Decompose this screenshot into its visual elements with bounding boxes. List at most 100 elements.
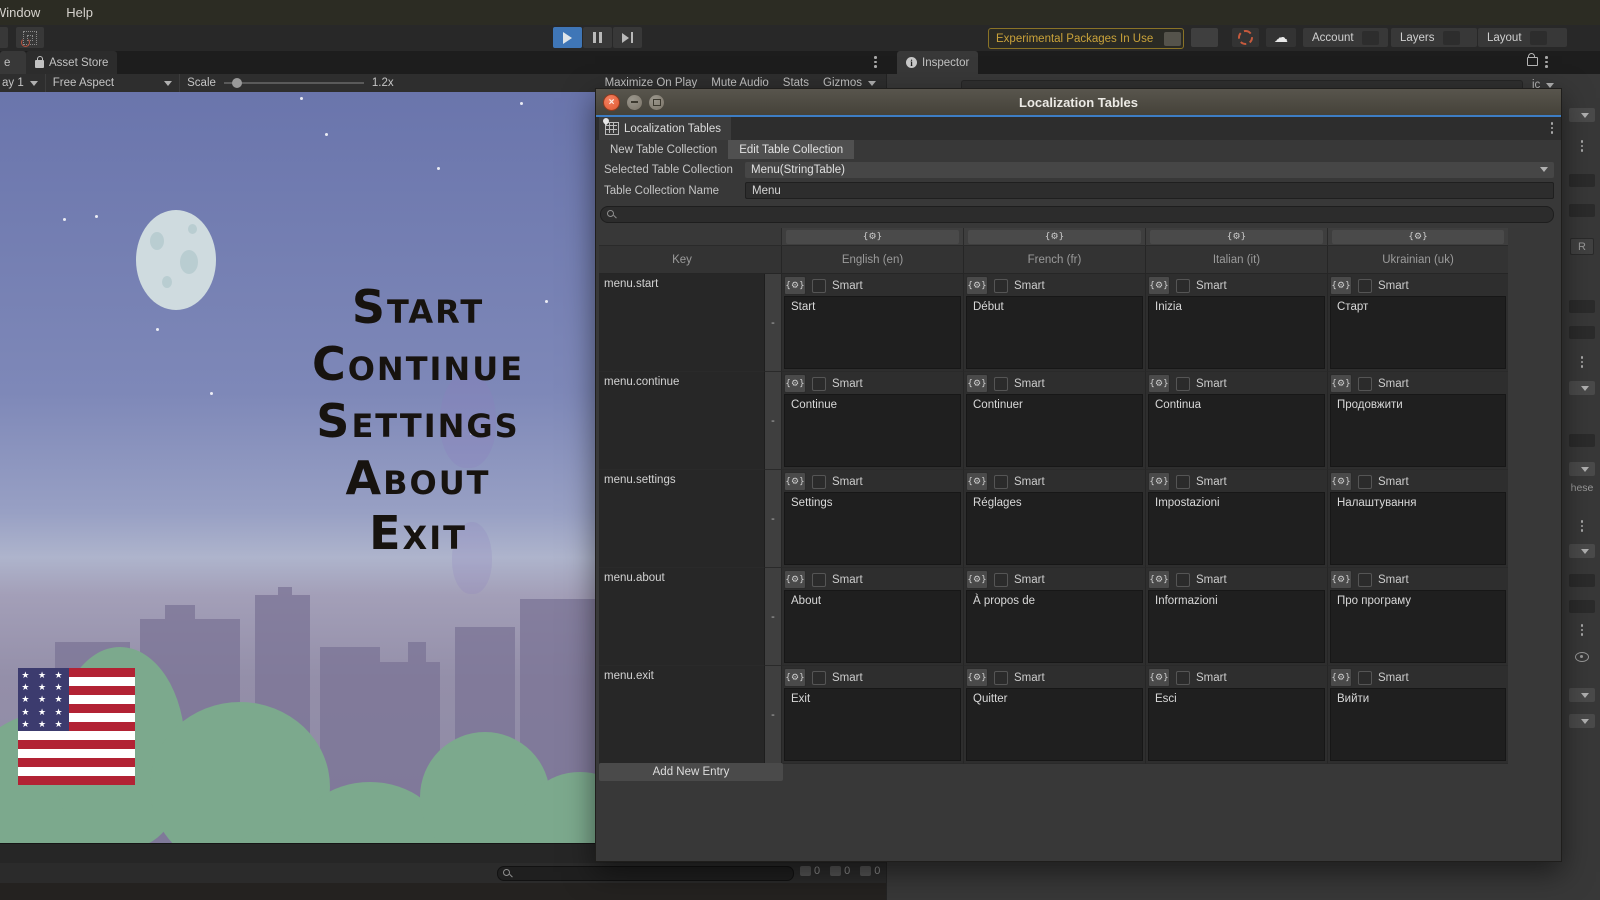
smart-format-button[interactable]: {⚙} — [1148, 374, 1170, 393]
menu-help[interactable]: Help — [66, 5, 93, 20]
cloud-button[interactable]: ☁ — [1266, 28, 1296, 47]
menu-icon[interactable] — [1581, 356, 1584, 368]
translation-text[interactable]: Start — [784, 296, 961, 369]
tab-inspector[interactable]: i Inspector — [897, 51, 978, 74]
game-menu-item-about[interactable]: About — [345, 451, 490, 505]
maximize-button[interactable] — [649, 95, 664, 110]
row-handle[interactable]: - — [771, 613, 775, 621]
translation-text[interactable]: Вийти — [1330, 688, 1506, 761]
scale-slider[interactable] — [224, 82, 364, 84]
smart-checkbox[interactable] — [1176, 475, 1190, 489]
layout-dropdown[interactable]: Layout — [1478, 28, 1567, 47]
game-menu-item-continue[interactable]: Continue — [312, 337, 524, 391]
smart-format-button[interactable]: {⚙} — [1148, 668, 1170, 687]
eye-icon[interactable] — [1575, 652, 1589, 662]
layers-dropdown[interactable]: Layers — [1391, 28, 1477, 47]
translation-text[interactable]: Continuer — [966, 394, 1143, 467]
smart-checkbox[interactable] — [812, 279, 826, 293]
dropdown-stub-button[interactable] — [1569, 381, 1595, 395]
translation-text[interactable]: Informazioni — [1148, 590, 1325, 663]
edit-table-collection-button[interactable]: Edit Table Collection — [728, 140, 854, 159]
tab-asset-store[interactable]: Asset Store — [26, 51, 117, 74]
game-menu-item-start[interactable]: Start — [352, 280, 484, 334]
smart-format-button[interactable]: {⚙} — [966, 668, 988, 687]
smart-format-button[interactable]: {⚙} — [966, 276, 988, 295]
key-cell[interactable]: menu.about — [599, 568, 765, 666]
smart-checkbox[interactable] — [1176, 671, 1190, 685]
translation-text[interactable]: Impostazioni — [1148, 492, 1325, 565]
row-handle[interactable]: - — [771, 417, 775, 425]
field-stub-input[interactable] — [1569, 434, 1595, 447]
smart-format-button[interactable]: {⚙} — [784, 276, 806, 295]
add-new-entry-button[interactable]: Add New Entry — [599, 763, 783, 781]
dropdown-stub-button[interactable] — [1569, 544, 1595, 558]
field-stub-input[interactable] — [1569, 174, 1595, 187]
scale-slider-knob[interactable] — [232, 78, 242, 88]
translation-text[interactable]: Про програму — [1330, 590, 1506, 663]
smart-checkbox[interactable] — [994, 279, 1008, 293]
step-button[interactable] — [613, 27, 642, 48]
smart-checkbox[interactable] — [812, 377, 826, 391]
r-button[interactable]: R — [1570, 238, 1594, 255]
smart-checkbox[interactable] — [994, 475, 1008, 489]
menu-icon[interactable] — [1581, 624, 1584, 636]
experimental-packages-warning[interactable]: Experimental Packages In Use — [988, 28, 1184, 49]
smart-format-button[interactable]: {⚙} — [966, 374, 988, 393]
services-button[interactable] — [1191, 28, 1218, 47]
smart-checkbox[interactable] — [1358, 377, 1372, 391]
locale-settings-button[interactable]: {⚙} — [968, 230, 1142, 244]
dropdown-stub-button[interactable] — [1569, 714, 1595, 728]
field-stub-input[interactable] — [1569, 600, 1595, 613]
menu-window[interactable]: Window — [0, 5, 40, 20]
key-cell[interactable]: menu.settings — [599, 470, 765, 568]
collection-name-input[interactable]: Menu — [745, 182, 1554, 199]
menu-icon[interactable] — [1581, 140, 1584, 152]
smart-checkbox[interactable] — [1358, 475, 1372, 489]
row-handle[interactable]: - — [771, 711, 775, 719]
account-dropdown[interactable]: Account — [1303, 28, 1388, 47]
translation-text[interactable]: About — [784, 590, 961, 663]
game-menu-item-settings[interactable]: Settings — [316, 394, 519, 448]
game-menu-item-exit[interactable]: Exit — [369, 506, 467, 560]
smart-format-button[interactable]: {⚙} — [1330, 276, 1352, 295]
smart-format-button[interactable]: {⚙} — [784, 472, 806, 491]
dropdown-stub-button[interactable] — [1569, 108, 1595, 122]
smart-checkbox[interactable] — [994, 671, 1008, 685]
tool-button-partial[interactable] — [0, 27, 8, 48]
field-stub-input[interactable] — [1569, 574, 1595, 587]
localization-tables-tab[interactable]: Localization Tables — [599, 117, 731, 140]
smart-format-button[interactable]: {⚙} — [966, 570, 988, 589]
smart-format-button[interactable]: {⚙} — [784, 374, 806, 393]
smart-checkbox[interactable] — [994, 377, 1008, 391]
table-search-input[interactable] — [600, 206, 1554, 223]
smart-checkbox[interactable] — [1176, 573, 1190, 587]
smart-format-button[interactable]: {⚙} — [1148, 276, 1170, 295]
translation-text[interactable]: Continue — [784, 394, 961, 467]
pause-button[interactable] — [583, 27, 612, 48]
smart-checkbox[interactable] — [1358, 671, 1372, 685]
smart-format-button[interactable]: {⚙} — [1330, 472, 1352, 491]
warning-dismiss-box[interactable] — [1164, 32, 1181, 46]
smart-checkbox[interactable] — [812, 573, 826, 587]
smart-format-button[interactable]: {⚙} — [1148, 570, 1170, 589]
smart-format-button[interactable]: {⚙} — [1330, 570, 1352, 589]
smart-checkbox[interactable] — [812, 671, 826, 685]
selected-collection-dropdown[interactable]: Menu(StringTable) — [745, 162, 1554, 178]
dropdown-stub-button[interactable] — [1569, 462, 1595, 476]
new-table-collection-button[interactable]: New Table Collection — [599, 140, 728, 159]
minimize-button[interactable] — [627, 95, 642, 110]
window-menu-icon[interactable] — [1551, 122, 1554, 134]
game-panel-menu-icon[interactable] — [874, 56, 877, 68]
translation-text[interactable]: Продовжити — [1330, 394, 1506, 467]
window-title-bar[interactable]: × Localization Tables — [596, 89, 1561, 116]
smart-checkbox[interactable] — [1176, 279, 1190, 293]
locale-settings-button[interactable]: {⚙} — [1332, 230, 1505, 244]
smart-format-button[interactable]: {⚙} — [784, 668, 806, 687]
display-dropdown[interactable]: ay 1 — [2, 77, 24, 89]
translation-text[interactable]: Inizia — [1148, 296, 1325, 369]
key-cell[interactable]: menu.exit — [599, 666, 765, 764]
console-filter-error[interactable]: 0 — [860, 865, 880, 877]
translation-text[interactable]: Quitter — [966, 688, 1143, 761]
smart-checkbox[interactable] — [1358, 279, 1372, 293]
console-search-input[interactable] — [497, 866, 794, 881]
